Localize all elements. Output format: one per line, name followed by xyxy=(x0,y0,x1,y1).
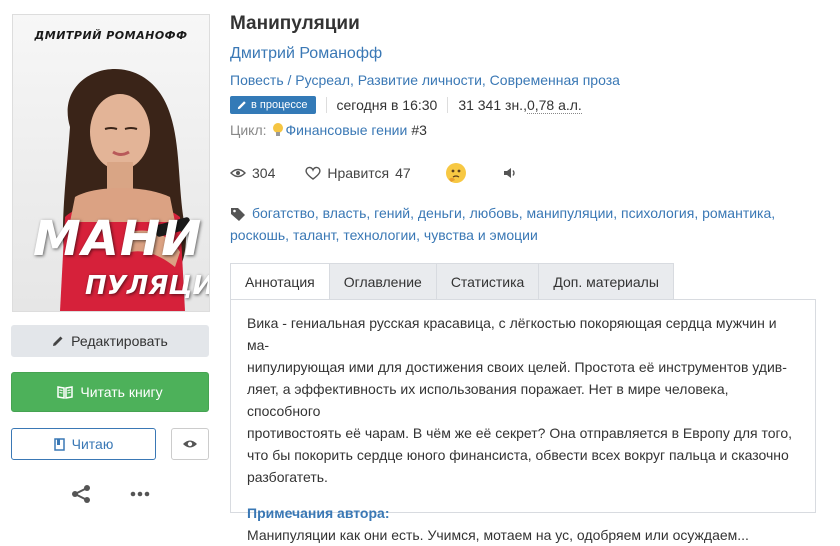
status-badge-label: в процессе xyxy=(251,99,308,111)
eye-icon xyxy=(183,440,197,448)
author-notes-title: Примечания автора: xyxy=(247,505,390,521)
like-button[interactable]: Нравится 47 xyxy=(305,165,411,181)
book-cover[interactable]: ДМИТРИЙ РОМАНОФФ МАНИ ПУЛЯЦИИ xyxy=(12,14,210,312)
reading-button-label: Читаю xyxy=(71,436,114,452)
views-value: 304 xyxy=(252,165,276,181)
annotation-panel: Вика - гениальная русская красавица, с л… xyxy=(230,299,816,543)
more-options-icon[interactable] xyxy=(130,491,150,497)
author-link[interactable]: Дмитрий Романофф xyxy=(230,45,382,63)
cycle-number: #3 xyxy=(411,122,427,138)
pencil-icon xyxy=(53,336,63,346)
book-meta: в процессе сегодня в 16:30 31 341 зн., 0… xyxy=(230,96,582,114)
speaker-icon[interactable] xyxy=(503,167,517,179)
book-open-icon xyxy=(57,385,74,399)
cover-title-line1: МАНИ xyxy=(33,211,203,267)
likes-label: Нравится xyxy=(327,165,390,181)
tab-extra-materials[interactable]: Доп. материалы xyxy=(539,263,674,300)
watch-button[interactable] xyxy=(171,428,209,460)
book-stats: 304 Нравится 47 xyxy=(230,162,517,184)
eye-icon xyxy=(230,168,246,178)
cycle-link[interactable]: Финансовые гении xyxy=(286,122,408,138)
edit-button[interactable]: Редактировать xyxy=(11,325,209,357)
read-book-button[interactable]: Читать книгу xyxy=(11,372,209,412)
annotation-line-5: что бы покорить сердце юного финансиста,… xyxy=(247,447,789,463)
tab-annotation[interactable]: Аннотация xyxy=(230,263,330,300)
cover-author: ДМИТРИЙ РОМАНОФФ xyxy=(34,29,188,42)
tabs-bar: Аннотация Оглавление Статистика Доп. мат… xyxy=(230,263,674,300)
read-book-label: Читать книгу xyxy=(80,384,163,400)
likes-value: 47 xyxy=(395,165,411,181)
annotation-line-1: Вика - гениальная русская красавица, с л… xyxy=(247,315,777,353)
tags-links[interactable]: богатство, власть, гений, деньги, любовь… xyxy=(230,205,775,243)
pencil-icon xyxy=(237,101,246,110)
status-badge: в процессе xyxy=(230,96,316,114)
annotation-line-4: противостоять её чарам. В чём же её секр… xyxy=(247,425,793,441)
size-author-sheets: 0,78 а.л. xyxy=(526,96,582,114)
views-count: 304 xyxy=(230,165,275,181)
tag-icon xyxy=(231,208,245,222)
cycle-info: Цикл: Финансовые гении #3 xyxy=(230,122,427,138)
updated-time: сегодня в 16:30 xyxy=(336,97,438,113)
thinking-emoji-icon[interactable] xyxy=(445,162,467,184)
book-title: Манипуляции xyxy=(230,13,360,34)
annotation-line-3: ляет, а эффективность их использования п… xyxy=(247,381,729,419)
heart-icon xyxy=(305,166,321,180)
share-icon[interactable] xyxy=(70,484,92,504)
size-chars: 31 341 зн., xyxy=(458,97,527,113)
annotation-line-2: нипулирующая ими для достижения своих це… xyxy=(247,359,787,375)
bookmark-book-icon xyxy=(53,437,65,451)
author-notes-text: Манипуляции как они есть. Учимся, мотаем… xyxy=(247,527,749,543)
annotation-line-6: разбогатеть. xyxy=(247,469,328,485)
cover-title-line2: ПУЛЯЦИИ xyxy=(85,271,209,301)
edit-button-label: Редактировать xyxy=(71,333,168,349)
lightbulb-icon xyxy=(272,123,283,136)
tab-statistics[interactable]: Статистика xyxy=(436,263,540,300)
cycle-label: Цикл: xyxy=(230,122,267,138)
reading-button[interactable]: Читаю xyxy=(11,428,156,460)
genres-links[interactable]: Повесть / Русреал, Развитие личности, Со… xyxy=(230,72,620,88)
tab-contents[interactable]: Оглавление xyxy=(329,263,437,300)
tags-list: богатство, власть, гений, деньги, любовь… xyxy=(230,202,830,246)
